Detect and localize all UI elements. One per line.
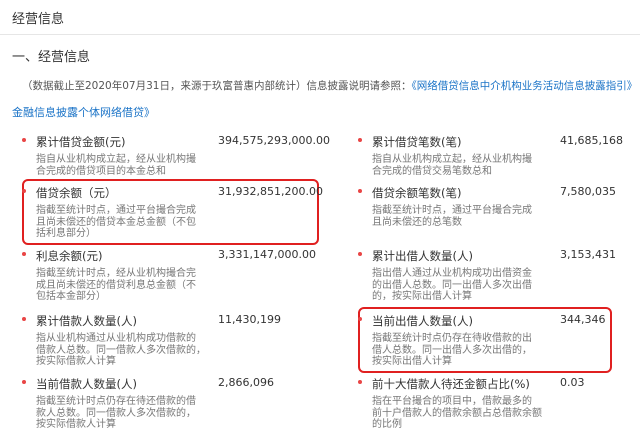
metric-description: 指截至统计时点仍存在待还借款的借 款人总数。同一借款人多次借款的， 按实际借款人计算 xyxy=(36,396,196,430)
bullet-icon xyxy=(358,138,362,142)
metric-label: 累计借贷金额(元) xyxy=(36,135,126,149)
metric-value: 0.03 xyxy=(560,376,585,389)
metric-loan-balance: 借贷余额（元） 31,932,851,200.00 指截至统计时点，通过平台撮合… xyxy=(22,185,323,241)
bullet-icon xyxy=(22,380,26,384)
metric-value: 7,580,035 xyxy=(560,185,616,198)
metric-label: 借贷余额笔数(笔) xyxy=(372,186,462,200)
metric-loan-balance-count: 借贷余额笔数(笔) 7,580,035 指截至统计时点，通过平台撮合完成 且尚未偿… xyxy=(358,185,638,241)
metric-description: 指截至统计时点仍存在待收借款的出 借人总数。同一出借人多次出借的， 按实际出借人计算 xyxy=(372,333,532,367)
bullet-icon xyxy=(22,252,26,256)
metric-label: 累计借贷笔数(笔) xyxy=(372,135,462,149)
p2p-disclosure-link[interactable]: 金融信息披露个体网络借贷》 xyxy=(12,104,155,120)
metric-cumulative-loan-amount: 累计借贷金额(元) 394,575,293,000.00 指自从业机构成立起，经… xyxy=(22,134,330,184)
metric-description: 指自从业机构成立起，经从业机构撮 合完成的借贷项目的本金总和 xyxy=(36,154,196,177)
metric-value: 2,866,096 xyxy=(218,376,274,389)
bullet-icon xyxy=(358,189,362,193)
page-title: 经营信息 xyxy=(12,12,65,27)
data-notice: （数据截止至2020年07月31日，来源于玖富普惠内部统计）信息披露说明请参照：… xyxy=(22,78,634,93)
metric-current-borrowers: 当前借款人数量(人) 2,866,096 指截至统计时点仍存在待还借款的借 款人总… xyxy=(22,376,322,432)
metric-label: 利息余额(元) xyxy=(36,249,103,263)
bullet-icon xyxy=(22,189,26,193)
metric-value: 3,153,431 xyxy=(560,248,616,261)
section-title: 一、经营信息 xyxy=(12,50,91,65)
metric-label: 当前借款人数量(人) xyxy=(36,377,137,391)
disclosure-guide-link[interactable]: 《网络借贷信息中介机构业务活动信息披露指引》 xyxy=(411,80,634,92)
metric-description: 指截至统计时点，通过平台撮合完成 且尚未偿还的总笔数 xyxy=(372,205,532,228)
bullet-icon xyxy=(358,252,362,256)
metric-value: 11,430,199 xyxy=(218,313,281,326)
metric-value: 394,575,293,000.00 xyxy=(218,134,330,147)
bullet-icon xyxy=(22,138,26,142)
metric-label: 前十大借款人待还金额占比(%) xyxy=(372,377,530,391)
metric-value: 41,685,168 xyxy=(560,134,623,147)
notice-text: （数据截止至2020年07月31日，来源于玖富普惠内部统计）信息披露说明请参照： xyxy=(22,80,412,92)
metric-description: 指截至统计时点，经从业机构撮合完 成且尚未偿还的借贷利息总金额（不 包括本金部分） xyxy=(36,268,196,302)
metric-value: 31,932,851,200.00 xyxy=(218,185,323,198)
metric-label: 累计出借人数量(人) xyxy=(372,249,473,263)
metric-value: 344,346 xyxy=(560,313,606,326)
metric-label: 累计借款人数量(人) xyxy=(36,314,137,328)
metric-cumulative-borrowers: 累计借款人数量(人) 11,430,199 指从业机构通过从业机构成功借款的 借款… xyxy=(22,313,322,369)
metric-interest-balance: 利息余额(元) 3,331,147,000.00 指截至统计时点，经从业机构撮合… xyxy=(22,248,322,304)
metric-cumulative-loan-count: 累计借贷笔数(笔) 41,685,168 指自从业机构成立起，经从业机构撮 合完成… xyxy=(358,134,638,184)
metric-label: 当前出借人数量(人) xyxy=(372,314,473,328)
metric-current-lenders: 当前出借人数量(人) 344,346 指截至统计时点仍存在待收借款的出 借人总数。… xyxy=(358,313,638,369)
metric-value: 3,331,147,000.00 xyxy=(218,248,316,261)
metric-label: 借贷余额（元） xyxy=(36,186,117,200)
metric-cumulative-lenders: 累计出借人数量(人) 3,153,431 指出借人通过从业机构成功出借资金 的出借… xyxy=(358,248,638,304)
bullet-icon xyxy=(22,317,26,321)
bullet-icon xyxy=(358,317,362,321)
metric-description: 指自从业机构成立起，经从业机构撮 合完成的借贷交易笔数总和 xyxy=(372,154,532,177)
metric-description: 指截至统计时点，通过平台撮合完成 且尚未偿还的借贷本金总金额（不包 括利息部分） xyxy=(36,205,196,239)
metric-top10-borrower-ratio: 前十大借款人待还金额占比(%) 0.03 指在平台撮合的项目中，借款最多的 前十户… xyxy=(358,376,638,432)
bullet-icon xyxy=(358,380,362,384)
metric-description: 指在平台撮合的项目中，借款最多的 前十户借款人的借款余额占总借款余额 的比例 xyxy=(372,396,542,430)
top-bar: 经营信息 xyxy=(0,0,640,35)
metric-description: 指出借人通过从业机构成功出借资金 的出借人总数。同一出借人多次出借 的，按实际出借人… xyxy=(372,268,532,302)
metric-description: 指从业机构通过从业机构成功借款的 借款人总数。同一借款人多次借款的， 按实际借款人计… xyxy=(36,333,206,367)
